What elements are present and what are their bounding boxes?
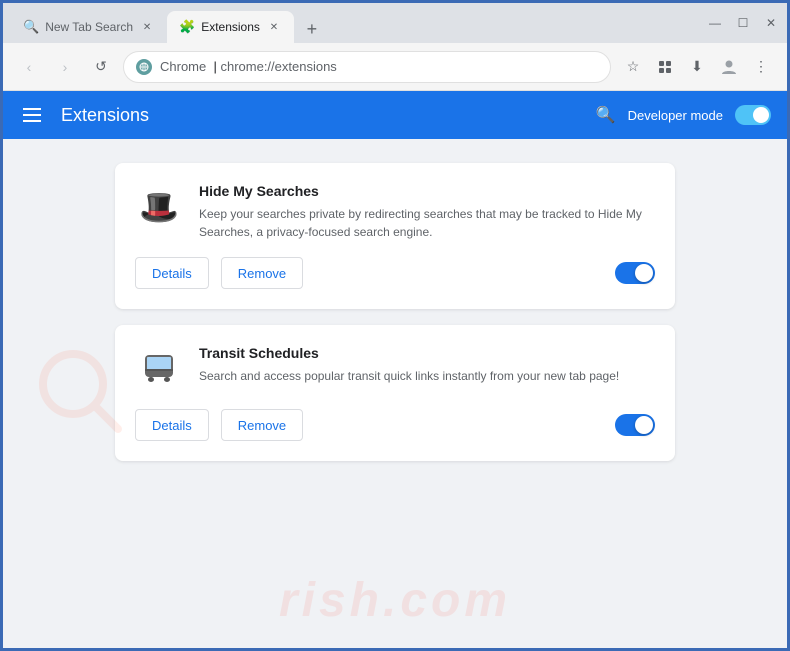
transit-schedules-details-button[interactable]: Details xyxy=(135,409,209,441)
card-top-hide-my-searches: 🎩 Hide My Searches Keep your searches pr… xyxy=(135,183,655,241)
card-bottom-hide-my-searches: Details Remove xyxy=(135,257,655,289)
address-text: Chrome | chrome://extensions xyxy=(160,59,337,74)
hamburger-menu[interactable] xyxy=(19,104,45,126)
back-button[interactable]: ‹ xyxy=(15,53,43,81)
hide-my-searches-info: Hide My Searches Keep your searches priv… xyxy=(199,183,655,241)
close-button[interactable]: ✕ xyxy=(763,15,779,31)
url-text: chrome://extensions xyxy=(220,59,336,74)
hide-my-searches-remove-button[interactable]: Remove xyxy=(221,257,303,289)
tab-extensions[interactable]: 🧩 Extensions ✕ xyxy=(167,11,294,43)
extensions-header: Extensions 🔍 Developer mode xyxy=(3,91,787,139)
header-search-icon[interactable]: 🔍 xyxy=(596,105,616,125)
profile-icon[interactable] xyxy=(715,53,743,81)
title-bar: 🔍 New Tab Search ✕ 🧩 Extensions ✕ + — ☐ … xyxy=(3,3,787,43)
extension-icon[interactable] xyxy=(651,53,679,81)
refresh-button[interactable]: ↺ xyxy=(87,53,115,81)
tab-new-tab-search[interactable]: 🔍 New Tab Search ✕ xyxy=(11,11,167,43)
tab-extensions-close[interactable]: ✕ xyxy=(266,19,282,35)
extension-card-hide-my-searches: 🎩 Hide My Searches Keep your searches pr… xyxy=(115,163,675,309)
developer-mode-toggle[interactable] xyxy=(735,105,771,125)
transit-schedules-remove-button[interactable]: Remove xyxy=(221,409,303,441)
browser-window: 🔍 New Tab Search ✕ 🧩 Extensions ✕ + — ☐ … xyxy=(0,0,790,651)
tab-search-label: New Tab Search xyxy=(45,20,133,34)
hide-my-searches-icon: 🎩 xyxy=(135,183,183,231)
card-top-transit-schedules: Transit Schedules Search and access popu… xyxy=(135,345,655,393)
forward-button[interactable]: › xyxy=(51,53,79,81)
toolbar-icons: ☆ ⬇ ⋮ xyxy=(619,53,775,81)
tab-search-close[interactable]: ✕ xyxy=(139,19,155,35)
transit-schedules-name: Transit Schedules xyxy=(199,345,655,361)
transit-schedules-desc: Search and access popular transit quick … xyxy=(199,367,655,385)
new-tab-button[interactable]: + xyxy=(298,15,326,43)
extension-card-transit-schedules: Transit Schedules Search and access popu… xyxy=(115,325,675,461)
hide-my-searches-toggle[interactable] xyxy=(615,262,655,284)
hide-my-searches-name: Hide My Searches xyxy=(199,183,655,199)
minimize-button[interactable]: — xyxy=(707,15,723,31)
hide-my-searches-details-button[interactable]: Details xyxy=(135,257,209,289)
transit-schedules-toggle[interactable] xyxy=(615,414,655,436)
watermark-text: rish.com xyxy=(279,573,511,628)
main-content: rish.com 🎩 Hide My Searches Keep your se… xyxy=(3,139,787,648)
transit-schedules-info: Transit Schedules Search and access popu… xyxy=(199,345,655,385)
developer-mode-label: Developer mode xyxy=(628,108,723,123)
extensions-page-title: Extensions xyxy=(61,105,149,126)
tab-extensions-icon: 🧩 xyxy=(179,19,195,35)
header-right: 🔍 Developer mode xyxy=(596,105,771,125)
site-name: Chrome xyxy=(160,59,206,74)
hide-my-searches-desc: Keep your searches private by redirectin… xyxy=(199,205,655,241)
download-icon[interactable]: ⬇ xyxy=(683,53,711,81)
tab-extensions-label: Extensions xyxy=(201,20,260,34)
bookmark-icon[interactable]: ☆ xyxy=(619,53,647,81)
site-icon xyxy=(136,59,152,75)
card-bottom-transit-schedules: Details Remove xyxy=(135,409,655,441)
menu-icon[interactable]: ⋮ xyxy=(747,53,775,81)
tab-search-icon: 🔍 xyxy=(23,19,39,35)
window-controls: — ☐ ✕ xyxy=(707,15,779,31)
transit-schedules-icon xyxy=(135,345,183,393)
maximize-button[interactable]: ☐ xyxy=(735,15,751,31)
address-bar: ‹ › ↺ Chrome | chrome://extensions ☆ xyxy=(3,43,787,91)
tab-strip: 🔍 New Tab Search ✕ 🧩 Extensions ✕ + xyxy=(11,3,699,43)
url-bar[interactable]: Chrome | chrome://extensions xyxy=(123,51,611,83)
